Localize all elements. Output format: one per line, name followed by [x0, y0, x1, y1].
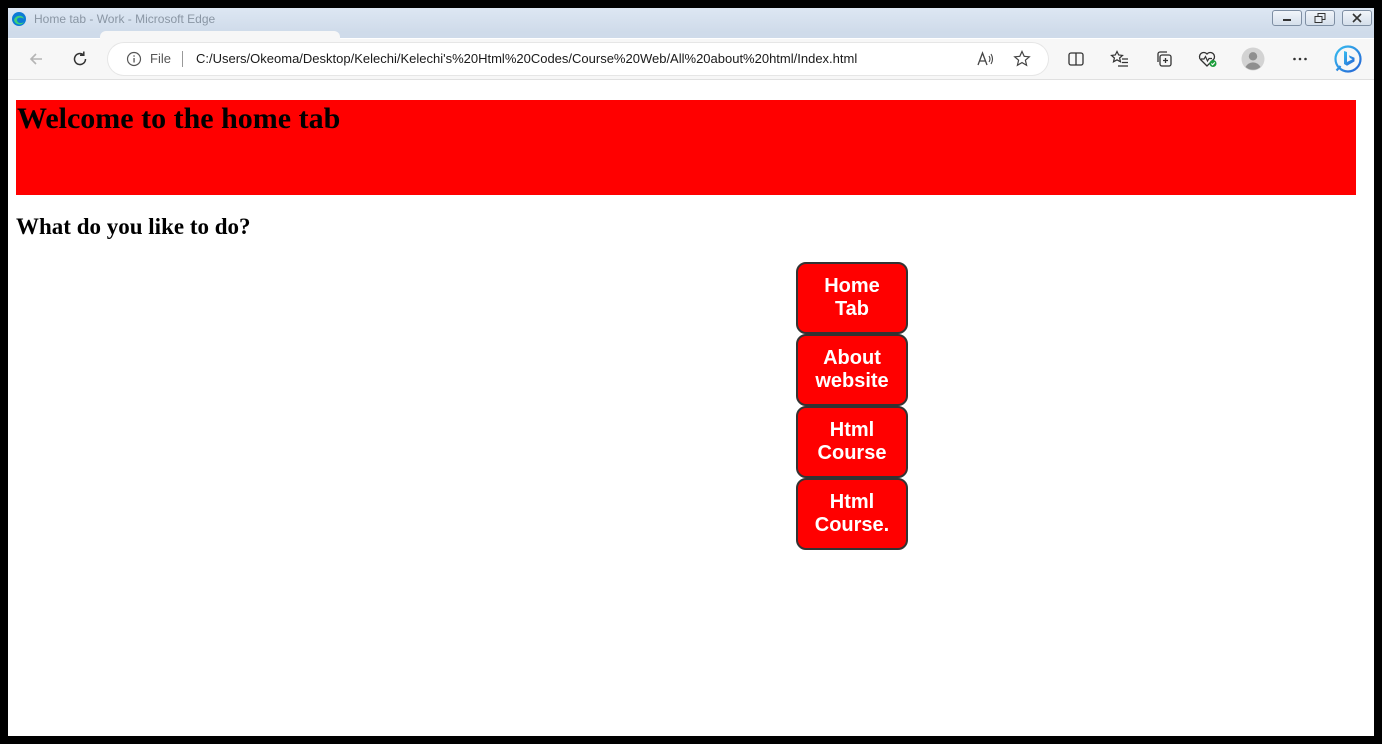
favorites-button[interactable]	[1104, 43, 1136, 75]
url-text[interactable]: C:/Users/Okeoma/Desktop/Kelechi/Kelechi'…	[196, 51, 857, 66]
minimize-button[interactable]	[1272, 10, 1302, 26]
address-divider	[182, 51, 183, 67]
close-button[interactable]	[1342, 10, 1372, 26]
back-arrow-icon	[29, 53, 42, 65]
add-favorite-button[interactable]	[1006, 43, 1038, 75]
html-course-button[interactable]: Html Course	[796, 406, 908, 478]
close-icon	[1352, 13, 1362, 23]
edge-logo-icon	[12, 12, 26, 26]
page-question: What do you like to do?	[16, 214, 251, 239]
window-title: Home tab - Work - Microsoft Edge	[34, 12, 216, 26]
scheme-label: File	[150, 51, 171, 66]
restore-button[interactable]	[1305, 10, 1335, 26]
ellipsis-icon	[1293, 57, 1307, 61]
refresh-button[interactable]	[64, 43, 96, 75]
settings-and-more-button[interactable]	[1284, 43, 1316, 75]
back-button[interactable]	[20, 43, 52, 75]
minimize-icon	[1283, 19, 1291, 21]
profile-button[interactable]	[1237, 43, 1269, 75]
home-tab-button-label: Home Tab	[824, 275, 880, 320]
active-tab[interactable]	[100, 31, 340, 39]
refresh-icon	[73, 51, 87, 66]
restore-icon	[1314, 13, 1326, 23]
read-aloud-button[interactable]	[970, 43, 1002, 75]
info-icon[interactable]	[126, 51, 142, 67]
html-course-button-label: Html Course	[817, 419, 887, 464]
html-course-dot-button-label: Html Course.	[814, 491, 890, 536]
browser-toolbar: File C:/Users/Okeoma/Desktop/Kelechi/Kel…	[8, 39, 1374, 80]
read-aloud-icon	[977, 51, 994, 66]
page-title: Welcome to the home tab	[17, 102, 341, 135]
collections-icon	[1157, 51, 1172, 67]
about-website-button[interactable]: About website	[796, 334, 908, 406]
heart-pulse-icon	[1198, 51, 1217, 67]
bing-copilot-icon	[1334, 45, 1362, 73]
browser-essentials-button[interactable]	[1192, 43, 1224, 75]
bing-chat-button[interactable]	[1330, 43, 1366, 75]
favorites-list-icon	[1110, 50, 1128, 67]
split-screen-button[interactable]	[1060, 43, 1092, 75]
header-banner: Welcome to the home tab	[16, 100, 1356, 195]
collections-button[interactable]	[1148, 43, 1180, 75]
title-bar: Home tab - Work - Microsoft Edge	[8, 8, 1374, 32]
home-tab-button[interactable]: Home Tab	[796, 262, 908, 334]
about-website-button-label: About website	[815, 347, 889, 392]
star-icon	[1013, 50, 1031, 67]
address-bar[interactable]: File C:/Users/Okeoma/Desktop/Kelechi/Kel…	[108, 43, 1048, 75]
html-course-dot-button[interactable]: Html Course.	[796, 478, 908, 550]
nav-button-group: Home Tab About website Html Course Html …	[796, 262, 908, 550]
avatar-icon	[1241, 47, 1265, 71]
browser-window: Home tab - Work - Microsoft Edge File C:…	[8, 8, 1374, 736]
page-content: Welcome to the home tab What do you like…	[8, 80, 1374, 736]
split-screen-icon	[1068, 52, 1084, 66]
